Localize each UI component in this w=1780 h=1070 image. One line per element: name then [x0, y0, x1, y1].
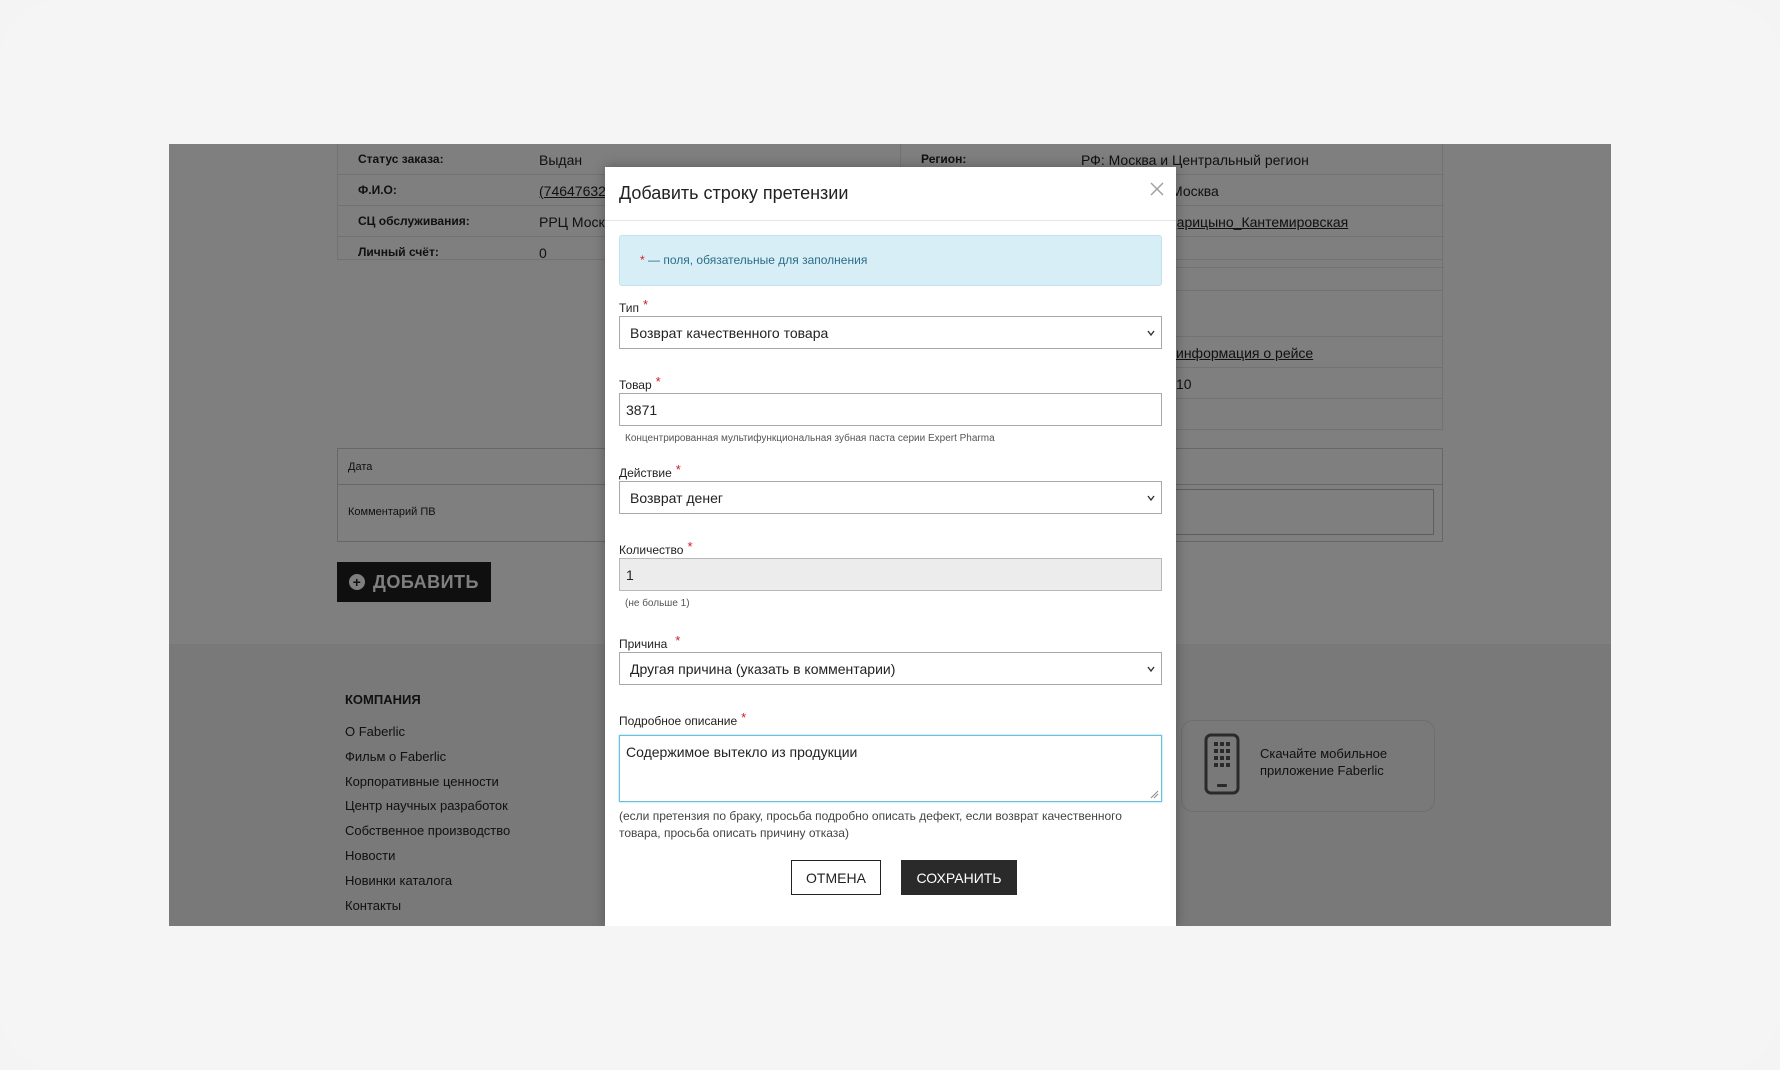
type-label-text: Тип — [619, 301, 640, 315]
reason-select[interactable]: Другая причина (указать в комментарии) — [619, 652, 1162, 685]
description-label-text: Подробное описание — [619, 714, 738, 728]
resize-handle-icon[interactable] — [1150, 790, 1159, 799]
browser-viewport: Статус заказа: Выдан Ф.И.О: (746476322 С… — [169, 144, 1611, 926]
type-select-value: Возврат качественного товара — [630, 325, 829, 341]
product-input[interactable]: 3871 — [619, 393, 1162, 426]
required-star: * — [675, 462, 681, 477]
product-label: Товар * — [619, 374, 661, 392]
alert-text: — поля, обязательные для заполнения — [644, 253, 868, 267]
product-label-text: Товар — [619, 378, 652, 392]
required-star: * — [741, 710, 747, 725]
description-label: Подробное описание * — [619, 710, 747, 728]
chevron-down-icon — [1147, 330, 1155, 337]
action-select[interactable]: Возврат денег — [619, 481, 1162, 514]
product-name-hint: Концентрированная мультифункциональная з… — [625, 433, 995, 444]
quantity-label-text: Количество — [619, 543, 684, 557]
cancel-button[interactable]: ОТМЕНА — [791, 860, 881, 895]
save-button[interactable]: СОХРАНИТЬ — [901, 860, 1017, 895]
window-frame: Статус заказа: Выдан Ф.И.О: (746476322 С… — [0, 0, 1780, 1070]
quantity-input-value: 1 — [626, 567, 634, 583]
quantity-hint: (не больше 1) — [625, 598, 690, 609]
type-label: Тип * — [619, 297, 649, 315]
action-label-text: Действие — [619, 466, 672, 480]
close-icon[interactable] — [1149, 181, 1165, 197]
type-select[interactable]: Возврат качественного товара — [619, 316, 1162, 349]
description-textarea-value: Содержимое вытекло из продукции — [626, 744, 858, 760]
required-star: * — [687, 539, 693, 554]
action-label: Действие * — [619, 462, 681, 480]
chevron-down-icon — [1147, 666, 1155, 673]
quantity-input[interactable]: 1 — [619, 558, 1162, 591]
required-star: * — [643, 297, 649, 312]
modal-header: Добавить строку претензии — [605, 167, 1176, 221]
description-textarea[interactable]: Содержимое вытекло из продукции — [619, 735, 1162, 802]
required-fields-alert: * — поля, обязательные для заполнения — [619, 235, 1162, 286]
chevron-down-icon — [1147, 495, 1155, 502]
add-claim-line-modal: Добавить строку претензии * — поля, обяз… — [605, 167, 1176, 926]
required-star: * — [655, 374, 661, 389]
reason-label-text: Причина — [619, 637, 668, 651]
required-star: * — [675, 633, 681, 648]
product-input-value: 3871 — [626, 402, 658, 418]
action-select-value: Возврат денег — [630, 490, 723, 506]
modal-title: Добавить строку претензии — [619, 183, 849, 203]
description-hint: (если претензия по браку, просьба подроб… — [619, 809, 1122, 840]
order-page: Статус заказа: Выдан Ф.И.О: (746476322 С… — [169, 144, 1611, 926]
reason-select-value: Другая причина (указать в комментарии) — [630, 661, 896, 677]
quantity-label: Количество * — [619, 539, 693, 557]
reason-label: Причина * — [619, 633, 681, 651]
